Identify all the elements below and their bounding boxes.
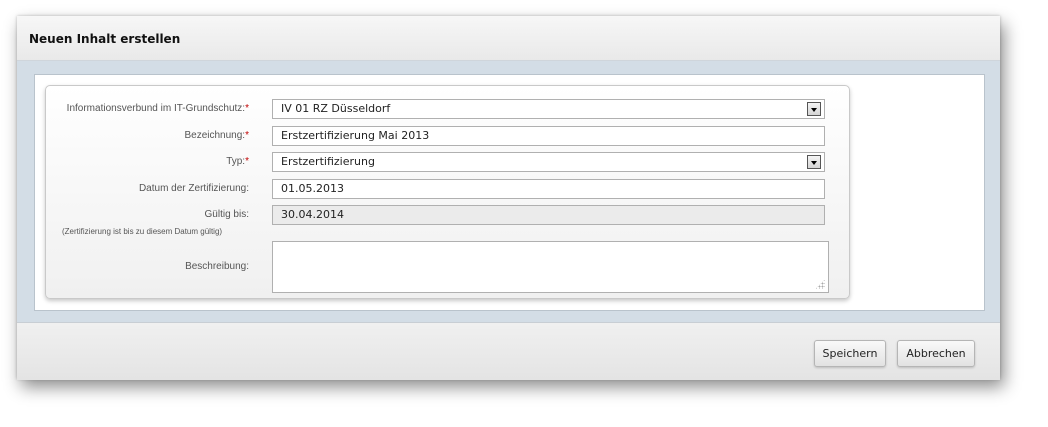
chevron-down-icon[interactable] bbox=[807, 102, 821, 116]
informationsverbund-value: IV 01 RZ Düsseldorf bbox=[281, 102, 391, 115]
gueltig-label: Gültig bis: bbox=[204, 209, 249, 220]
typ-value: Erstzertifizierung bbox=[281, 155, 375, 168]
content-panel: Informationsverbund im IT-Grundschutz:* … bbox=[34, 74, 985, 311]
informationsverbund-select[interactable]: IV 01 RZ Düsseldorf bbox=[272, 99, 825, 119]
required-marker: * bbox=[245, 103, 249, 114]
required-marker: * bbox=[245, 156, 249, 167]
beschreibung-label: Beschreibung: bbox=[185, 261, 249, 272]
datum-input[interactable]: 01.05.2013 bbox=[272, 179, 825, 199]
dialog-header: Neuen Inhalt erstellen bbox=[17, 16, 1000, 61]
datum-label: Datum der Zertifizierung: bbox=[138, 183, 249, 194]
resize-grip-icon[interactable] bbox=[815, 279, 825, 289]
informationsverbund-label: Informationsverbund im IT-Grundschutz:* bbox=[66, 103, 249, 114]
gueltig-field: 30.04.2014 bbox=[272, 205, 825, 225]
certification-form: Informationsverbund im IT-Grundschutz:* … bbox=[45, 85, 850, 299]
chevron-down-icon[interactable] bbox=[807, 155, 821, 169]
datum-value: 01.05.2013 bbox=[281, 182, 344, 195]
gueltig-value: 30.04.2014 bbox=[281, 208, 344, 221]
dialog-body: Informationsverbund im IT-Grundschutz:* … bbox=[17, 61, 1000, 322]
save-button[interactable]: Speichern bbox=[814, 340, 886, 367]
typ-label: Typ:* bbox=[226, 156, 249, 167]
gueltig-hint: (Zertifizierung ist bis zu diesem Datum … bbox=[62, 227, 223, 236]
beschreibung-textarea[interactable] bbox=[272, 241, 829, 293]
bezeichnung-value: Erstzertifizierung Mai 2013 bbox=[281, 129, 430, 142]
cancel-button[interactable]: Abbrechen bbox=[897, 340, 975, 367]
dialog-title: Neuen Inhalt erstellen bbox=[29, 32, 181, 46]
typ-select[interactable]: Erstzertifizierung bbox=[272, 152, 825, 172]
dialog-footer: Speichern Abbrechen bbox=[17, 322, 1000, 380]
required-marker: * bbox=[245, 130, 249, 141]
bezeichnung-input[interactable]: Erstzertifizierung Mai 2013 bbox=[272, 126, 825, 146]
create-content-dialog: Neuen Inhalt erstellen Informationsverbu… bbox=[17, 16, 1000, 380]
bezeichnung-label: Bezeichnung:* bbox=[184, 130, 249, 141]
